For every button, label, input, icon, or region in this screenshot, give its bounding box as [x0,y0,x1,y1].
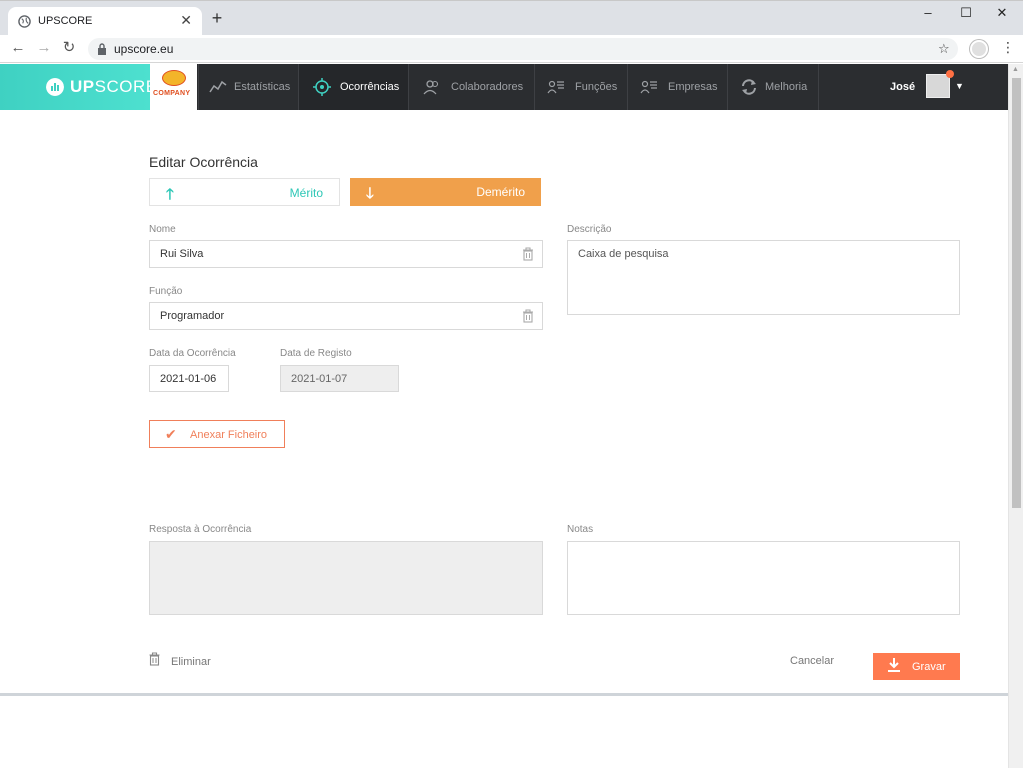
nav-label: Melhoria [765,81,808,93]
lock-icon [98,43,106,55]
refresh-icon [742,79,756,95]
name-field[interactable]: Rui Silva [149,240,543,268]
nav-item-funcoes[interactable]: Funções [534,64,627,110]
browser-tab-title: UPSCORE [38,15,93,27]
roles-icon [547,80,564,94]
trash-icon[interactable] [522,247,534,261]
demerit-button[interactable]: 🡓 Demérito [350,178,541,206]
target-icon [313,78,331,96]
globe-icon [18,15,31,28]
user-avatar[interactable] [926,74,950,98]
nav-label: Estatísticas [234,81,291,93]
company-logo[interactable]: COMPANY [150,64,197,110]
maximize-icon[interactable]: ☐ [956,5,976,21]
scroll-up-icon[interactable]: ▲ [1012,66,1019,73]
attach-file-button[interactable]: ✔ Anexar Ficheiro [149,420,285,448]
cancel-button[interactable]: Cancelar [790,655,834,667]
trash-icon[interactable] [522,309,534,323]
response-textarea [149,541,543,615]
forward-icon[interactable]: → [35,39,53,57]
user-name[interactable]: José [890,81,915,93]
browser-toolbar: ← → ↻ upscore.eu ☆ ⋮ [0,35,1023,63]
merit-button[interactable]: 🡑 Mérito [149,178,340,206]
attach-file-label: Anexar Ficheiro [190,429,268,441]
nav-label: Ocorrências [340,81,400,93]
browser-menu-icon[interactable]: ⋮ [1001,39,1015,56]
registry-date-label: Data de Registo [280,348,352,359]
description-value: Caixa de pesquisa [578,248,669,260]
reload-icon[interactable]: ↻ [60,39,78,57]
trash-icon [149,652,160,666]
brand-name: UPSCORE [70,77,158,96]
brand-logo[interactable]: UPSCORE [0,64,157,110]
nav-label: Funções [575,81,618,93]
address-bar[interactable]: upscore.eu [88,38,958,60]
scroll-thumb[interactable] [1012,78,1021,508]
nav-label: Empresas [668,81,718,93]
arrow-down-icon: 🡓 [366,185,374,202]
registry-date-value: 2021-01-07 [291,373,348,385]
logo-icon [46,78,64,96]
url-text: upscore.eu [114,42,174,56]
back-icon[interactable]: ← [9,39,27,57]
demerit-label: Demérito [476,185,525,199]
page-title: Editar Ocorrência [149,154,258,170]
chevron-down-icon[interactable]: ▼ [955,81,964,91]
profile-avatar-icon[interactable] [970,40,988,58]
nav-item-estatisticas[interactable]: Estatísticas [198,64,298,110]
occurrence-date-value: 2021-01-06 [160,373,217,385]
delete-label: Eliminar [171,656,211,668]
new-tab-button[interactable]: + [208,9,226,27]
minimize-icon[interactable]: – [918,5,938,20]
users-icon [423,80,439,95]
nav-label: Colaboradores [451,81,524,93]
company-icon [640,80,657,94]
save-label: Gravar [912,661,946,673]
name-value: Rui Silva [160,248,204,260]
merit-label: Mérito [289,186,323,200]
save-button[interactable]: Gravar [873,653,960,680]
browser-tab-bar: UPSCORE ✕ + – ☐ ✕ [0,0,1023,36]
page-scrollbar[interactable]: ▲ [1008,64,1023,768]
response-label: Resposta à Ocorrência [149,524,252,535]
download-icon [888,658,900,672]
company-logo-icon [162,70,186,86]
footer-divider [0,693,1008,696]
app-navbar: UPSCORE COMPANY Estatísticas Ocorrências… [0,64,1008,110]
role-label: Função [149,286,183,297]
nav-item-empresas[interactable]: Empresas [627,64,727,110]
company-label: COMPANY [153,90,191,97]
notification-dot [946,70,954,78]
description-label: Descrição [567,224,612,235]
close-tab-icon[interactable]: ✕ [180,12,192,29]
browser-tab[interactable]: UPSCORE ✕ [8,7,202,36]
description-textarea[interactable]: Caixa de pesquisa [567,240,960,315]
arrow-up-icon: 🡑 [166,186,174,203]
nav-item-ocorrencias[interactable]: Ocorrências [298,64,408,110]
occurrence-date-label: Data da Ocorrência [149,348,236,359]
role-value: Programador [160,310,225,322]
check-icon: ✔ [165,426,177,442]
name-label: Nome [149,224,176,235]
notes-textarea[interactable] [567,541,960,615]
notes-label: Notas [567,524,594,535]
occurrence-date-field[interactable]: 2021-01-06 [149,365,229,392]
chart-line-icon [209,80,227,93]
nav-item-colaboradores[interactable]: Colaboradores [408,64,534,110]
nav-item-melhoria[interactable]: Melhoria [727,64,819,110]
registry-date-field: 2021-01-07 [280,365,399,392]
bookmark-star-icon[interactable]: ☆ [938,41,950,57]
role-field[interactable]: Programador [149,302,543,330]
window-close-icon[interactable]: ✕ [992,5,1012,21]
